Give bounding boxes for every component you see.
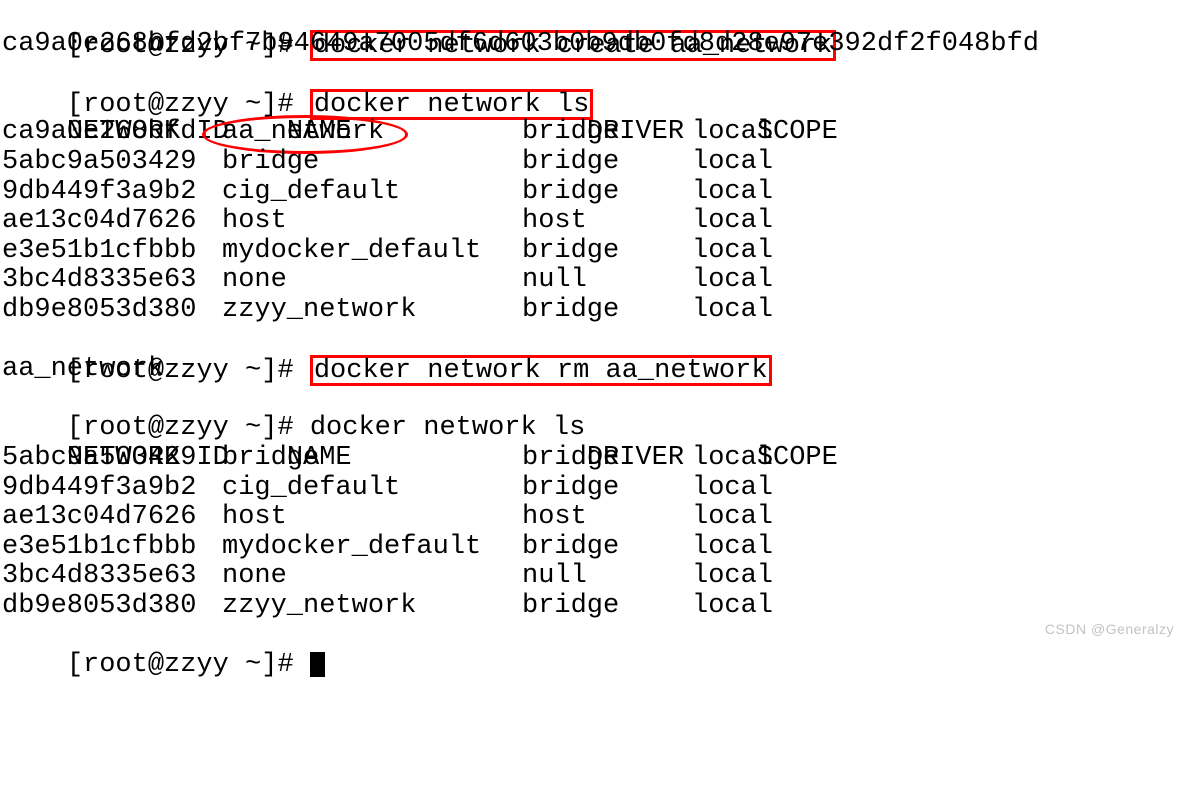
table-row: 9db449f3a9b2cig_defaultbridgelocal [2,178,1182,208]
cell-network-id: 3bc4d8335e63 [2,266,222,296]
cell-name: host [222,503,517,533]
cell-name: aa_network [222,118,517,148]
watermark-text: CSDN @Generalzy [1045,615,1174,645]
cell-driver: bridge [517,118,687,148]
cell-name: none [222,562,517,592]
cell-scope: local [687,118,892,148]
cell-scope: local [687,444,892,474]
cell-driver: bridge [517,237,687,267]
cell-network-id: e3e51b1cfbbb [2,237,222,267]
terminal-output: [root@zzyy ~]# docker network create aa_… [0,0,1184,651]
cell-driver: host [517,207,687,237]
cell-scope: local [687,148,892,178]
cell-scope: local [687,266,892,296]
prompt-line: [root@zzyy ~]# docker network ls [2,385,1182,415]
table-row: 5abc9a503429bridgebridgelocal [2,148,1182,178]
cell-name: cig_default [222,178,517,208]
cell-driver: bridge [517,444,687,474]
cell-scope: local [687,207,892,237]
cell-driver: null [517,266,687,296]
table-header: NETWORK IDNAMEDRIVERSCOPE [2,89,1182,119]
table-header: NETWORK IDNAMEDRIVERSCOPE [2,414,1182,444]
cell-name: zzyy_network [222,592,517,622]
cell-driver: host [517,503,687,533]
cell-driver: null [517,562,687,592]
table-row: e3e51b1cfbbbmydocker_defaultbridgelocal [2,237,1182,267]
cell-name: none [222,266,517,296]
cell-network-id: ae13c04d7626 [2,207,222,237]
prompt: [root@zzyy ~]# [67,650,294,680]
table-row: 9db449f3a9b2cig_defaultbridgelocal [2,474,1182,504]
cell-network-id: 9db449f3a9b2 [2,178,222,208]
cell-driver: bridge [517,592,687,622]
cell-network-id: ca9a0e268bfd [2,118,222,148]
cell-name: host [222,207,517,237]
table-row: ca9a0e268bfdaa_network bridgelocal [2,118,1182,148]
cell-scope: local [687,296,892,326]
cell-driver: bridge [517,296,687,326]
cell-driver: bridge [517,148,687,178]
cell-name: bridge [222,444,517,474]
cell-driver: bridge [517,533,687,563]
output-line: ca9a0e268bfd2bf7b94649a7005df6d603b0b9db… [2,30,1182,60]
cell-driver: bridge [517,474,687,504]
cell-scope: local [687,592,892,622]
table-row: db9e8053d380zzyy_networkbridgelocal [2,296,1182,326]
cell-network-id: e3e51b1cfbbb [2,533,222,563]
cell-name: mydocker_default [222,533,517,563]
prompt-line: [root@zzyy ~]# docker network rm aa_netw… [2,326,1182,356]
prompt-line[interactable]: [root@zzyy ~]# [2,621,1182,651]
table-row: 5abc9a503429bridgebridgelocal [2,444,1182,474]
table-row: ae13c04d7626hosthostlocal [2,207,1182,237]
cell-network-id: db9e8053d380 [2,592,222,622]
highlight-ellipse: aa_network [222,118,384,148]
cell-network-id: 5abc9a503429 [2,444,222,474]
prompt-line: [root@zzyy ~]# docker network create aa_… [2,0,1182,30]
prompt-line: [root@zzyy ~]# docker network ls [2,59,1182,89]
cell-driver: bridge [517,178,687,208]
cell-network-id: db9e8053d380 [2,296,222,326]
table-row: 3bc4d8335e63nonenulllocal [2,562,1182,592]
cell-scope: local [687,533,892,563]
cell-scope: local [687,562,892,592]
cell-network-id: ae13c04d7626 [2,503,222,533]
cell-network-id: 9db449f3a9b2 [2,474,222,504]
cell-network-id: 5abc9a503429 [2,148,222,178]
cell-name: bridge [222,148,517,178]
cursor-icon [310,652,325,677]
table-row: ae13c04d7626hosthostlocal [2,503,1182,533]
cell-name: cig_default [222,474,517,504]
cell-scope: local [687,237,892,267]
cell-scope: local [687,474,892,504]
table-row: e3e51b1cfbbbmydocker_defaultbridgelocal [2,533,1182,563]
table-row: db9e8053d380zzyy_networkbridgelocal [2,592,1182,622]
cell-name: zzyy_network [222,296,517,326]
cell-network-id: 3bc4d8335e63 [2,562,222,592]
table-row: 3bc4d8335e63nonenulllocal [2,266,1182,296]
cell-scope: local [687,503,892,533]
output-line: aa_network [2,355,1182,385]
cell-scope: local [687,178,892,208]
cell-name: mydocker_default [222,237,517,267]
